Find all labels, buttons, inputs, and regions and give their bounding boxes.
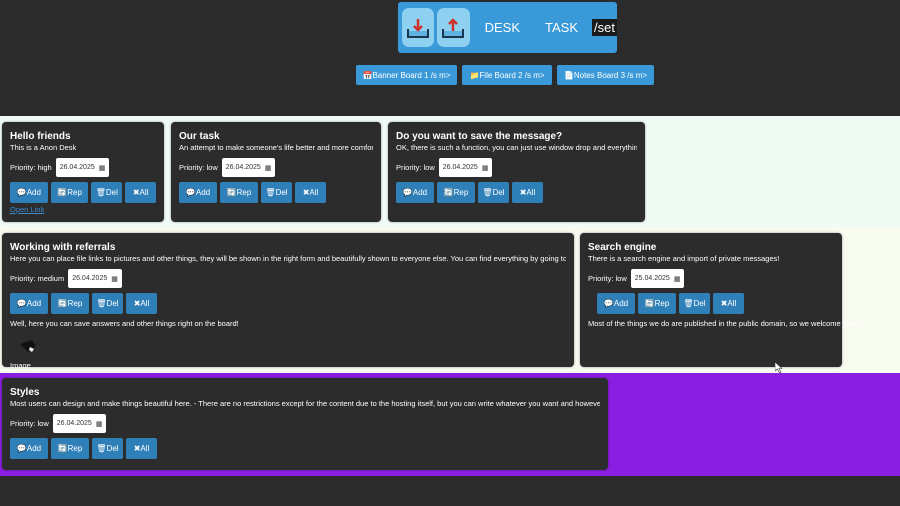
reply-button[interactable]: 🔄Rep xyxy=(51,438,89,459)
task-card: Do you want to save the message? OK, the… xyxy=(388,122,645,222)
card-description: Here you can place file links to picture… xyxy=(10,254,566,263)
calendar-icon: ▦ xyxy=(98,164,106,172)
priority-value: low xyxy=(615,274,627,283)
priority-prefix: Priority: xyxy=(10,163,36,172)
image-label: Image xyxy=(10,361,31,370)
calendar-icon: ▦ xyxy=(481,164,489,172)
mouse-cursor-icon xyxy=(775,362,783,373)
calendar-icon: ▦ xyxy=(673,275,681,283)
upload-tray-icon[interactable] xyxy=(437,8,470,47)
add-button[interactable]: 💬Add xyxy=(10,182,48,203)
add-button[interactable]: 💬Add xyxy=(597,293,635,314)
card-description: Most users can design and make things be… xyxy=(10,399,600,408)
date-input[interactable]: 26.04.2025 ▦ xyxy=(438,158,493,177)
reply-button[interactable]: 🔄Rep xyxy=(437,182,475,203)
board-section-2: Working with referrals Here you can plac… xyxy=(0,227,900,373)
date-input[interactable]: 26.04.2025 ▦ xyxy=(221,158,276,177)
broken-image-icon xyxy=(20,340,36,352)
card-description: OK, there is such a function, you can ju… xyxy=(396,143,637,152)
task-card: Search engine There is a search engine a… xyxy=(580,233,857,367)
calendar-icon: ▦ xyxy=(264,164,272,172)
date-input[interactable]: 25.04.2025 ▦ xyxy=(630,269,685,288)
card-description: An attempt to make someone's life better… xyxy=(179,143,373,152)
date-input[interactable]: 26.04.2025 ▦ xyxy=(68,269,122,288)
nav-desk-link[interactable]: DESK xyxy=(485,20,520,35)
clear-all-button[interactable]: ✖All xyxy=(126,438,157,459)
nav-set-link[interactable]: /set xyxy=(592,19,617,36)
priority-prefix: Priority: xyxy=(10,274,36,283)
clear-all-button[interactable]: ✖All xyxy=(713,293,744,314)
nav-task-link[interactable]: TASK xyxy=(545,20,578,35)
card-title: Our task xyxy=(179,131,220,142)
delete-button[interactable]: 🗑Del xyxy=(92,438,123,459)
priority-row: Priority: low 25.04.2025 ▦ xyxy=(588,269,834,288)
notes-board-button[interactable]: 📄Notes Board 3 /s m> xyxy=(557,65,654,85)
priority-value: low xyxy=(206,163,218,172)
card-actions: 💬Add 🔄Rep 🗑Del ✖All xyxy=(179,182,373,203)
add-button[interactable]: 💬Add xyxy=(179,182,217,203)
download-tray-icon[interactable] xyxy=(402,8,435,47)
priority-prefix: Priority: xyxy=(179,163,205,172)
card-description: This is a Anon Desk xyxy=(10,143,77,152)
clear-all-button[interactable]: ✖All xyxy=(126,293,157,314)
delete-button[interactable]: 🗑Del xyxy=(92,293,123,314)
card-title: Styles xyxy=(10,387,40,398)
calendar-icon: ▦ xyxy=(111,275,118,283)
task-card: Working with referrals Here you can plac… xyxy=(2,233,574,370)
reply-button[interactable]: 🔄Rep xyxy=(51,293,89,314)
priority-row: Priority: low 26.04.2025 ▦ xyxy=(10,414,600,433)
card-title: Hello friends xyxy=(10,131,71,142)
calendar-icon: ▦ xyxy=(95,420,103,428)
add-button[interactable]: 💬Add xyxy=(396,182,434,203)
priority-row: Priority: high 26.04.2025 ▦ xyxy=(10,158,156,177)
board-bar: 📅Banner Board 1 /s m> 📁File Board 2 /s m… xyxy=(356,65,654,85)
priority-value: low xyxy=(423,163,435,172)
delete-button[interactable]: 🗑Del xyxy=(261,182,292,203)
priority-row: Priority: low 26.04.2025 ▦ xyxy=(179,158,373,177)
clear-all-button[interactable]: ✖All xyxy=(512,182,543,203)
clear-all-button[interactable]: ✖All xyxy=(125,182,156,203)
card-note: Most of the things we do are published i… xyxy=(588,319,857,328)
card-note: Well, here you can save answers and othe… xyxy=(10,319,239,328)
card-actions: 💬Add 🔄Rep 🗑Del ✖All xyxy=(597,293,834,314)
card-actions: 💬Add 🔄Rep 🗑Del ✖All xyxy=(10,182,156,203)
reply-button[interactable]: 🔄Rep xyxy=(50,182,89,203)
banner-board-button[interactable]: 📅Banner Board 1 /s m> xyxy=(356,65,457,85)
add-button[interactable]: 💬Add xyxy=(10,438,48,459)
date-input[interactable]: 26.04.2025 ▦ xyxy=(52,414,107,433)
priority-value: high xyxy=(37,163,52,172)
priority-prefix: Priority: xyxy=(10,419,36,428)
delete-button[interactable]: 🗑Del xyxy=(478,182,509,203)
add-button[interactable]: 💬Add xyxy=(10,293,48,314)
card-description: There is a search engine and import of p… xyxy=(588,254,780,263)
task-card: Styles Most users can design and make th… xyxy=(2,378,608,470)
top-nav: DESK TASK /set xyxy=(398,2,617,53)
board-section-3: Styles Most users can design and make th… xyxy=(0,373,900,476)
reply-button[interactable]: 🔄Rep xyxy=(220,182,258,203)
open-link[interactable]: Open Link xyxy=(10,205,156,214)
priority-prefix: Priority: xyxy=(396,163,422,172)
priority-prefix: Priority: xyxy=(588,274,614,283)
reply-button[interactable]: 🔄Rep xyxy=(638,293,676,314)
clear-all-button[interactable]: ✖All xyxy=(295,182,326,203)
priority-row: Priority: low 26.04.2025 ▦ xyxy=(396,158,637,177)
card-title: Working with referrals xyxy=(10,242,116,253)
card-actions: 💬Add 🔄Rep 🗑Del ✖All xyxy=(396,182,637,203)
task-card: Our task An attempt to make someone's li… xyxy=(171,122,381,222)
card-actions: 💬Add 🔄Rep 🗑Del ✖All xyxy=(10,438,600,459)
card-title: Do you want to save the message? xyxy=(396,131,563,142)
priority-row: Priority: medium 26.04.2025 ▦ xyxy=(10,269,566,288)
delete-button[interactable]: 🗑Del xyxy=(91,182,123,203)
date-input[interactable]: 26.04.2025 ▦ xyxy=(55,158,110,177)
priority-value: medium xyxy=(37,274,65,283)
priority-value: low xyxy=(37,419,49,428)
task-card: Hello friends This is a Anon Desk Priori… xyxy=(2,122,164,222)
board-section-1: Hello friends This is a Anon Desk Priori… xyxy=(0,116,900,227)
card-actions: 💬Add 🔄Rep 🗑Del ✖All xyxy=(10,293,566,314)
file-board-button[interactable]: 📁File Board 2 /s m> xyxy=(462,65,552,85)
delete-button[interactable]: 🗑Del xyxy=(679,293,710,314)
card-title: Search engine xyxy=(588,242,657,253)
